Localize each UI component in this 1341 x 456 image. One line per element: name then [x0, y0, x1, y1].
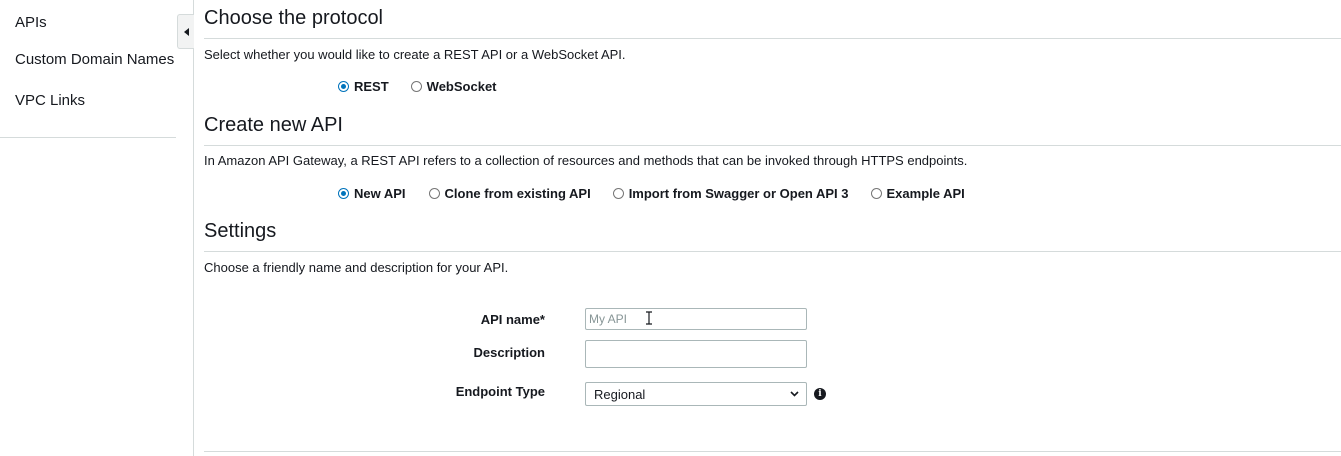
protocol-section-title: Choose the protocol [204, 7, 384, 29]
section-divider [204, 145, 1341, 146]
endpoint-type-select[interactable]: Regional [585, 382, 807, 406]
radio-websocket-label: WebSocket [426, 79, 497, 94]
radio-button[interactable] [338, 188, 349, 199]
protocol-description: Select whether you would like to create … [204, 47, 626, 62]
radio-rest-label: REST [354, 79, 389, 94]
endpoint-type-label: Endpoint Type [455, 384, 545, 399]
endpoint-type-value: Regional [594, 386, 646, 402]
radio-clone-api[interactable]: Clone from existing API [428, 186, 591, 201]
radio-button[interactable] [612, 188, 624, 199]
create-api-section-title: Create new API [204, 114, 343, 136]
api-name-input[interactable] [585, 308, 807, 330]
radio-clone-api-label: Clone from existing API [444, 186, 591, 201]
create-api-description: In Amazon API Gateway, a REST API refers… [204, 153, 968, 168]
radio-websocket[interactable]: WebSocket [410, 79, 497, 94]
settings-description: Choose a friendly name and description f… [204, 260, 509, 275]
protocol-radio-group: REST WebSocket [338, 79, 497, 94]
sidebar-item-custom-domain-names[interactable]: Custom Domain Names [15, 51, 174, 68]
settings-section-title: Settings [204, 220, 277, 242]
radio-example-api[interactable]: Example API [870, 186, 965, 201]
sidebar-collapse-button[interactable] [177, 14, 194, 49]
sidebar-item-apis[interactable]: APIs [15, 14, 47, 31]
radio-button[interactable] [428, 188, 440, 199]
radio-example-api-label: Example API [886, 186, 965, 201]
radio-import-swagger[interactable]: Import from Swagger or Open API 3 [612, 186, 849, 201]
radio-button[interactable] [870, 188, 882, 199]
sidebar-divider [0, 137, 176, 138]
radio-new-api-label: New API [354, 186, 406, 201]
radio-new-api[interactable]: New API [338, 186, 406, 201]
description-input[interactable] [585, 340, 807, 368]
radio-import-swagger-label: Import from Swagger or Open API 3 [628, 186, 849, 201]
text-cursor-icon [646, 311, 652, 325]
sidebar: APIs Custom Domain Names VPC Links [0, 0, 194, 456]
radio-button[interactable] [410, 81, 422, 92]
section-divider [204, 451, 1341, 452]
sidebar-item-vpc-links[interactable]: VPC Links [15, 92, 85, 109]
api-name-label: API name* [480, 312, 545, 327]
section-divider [204, 251, 1341, 252]
radio-rest[interactable]: REST [338, 79, 389, 94]
chevron-down-icon [790, 391, 799, 397]
section-divider [204, 38, 1341, 39]
radio-button[interactable] [338, 81, 349, 92]
info-icon[interactable]: i [814, 388, 826, 400]
create-api-radio-group: New API Clone from existing API Import f… [338, 186, 965, 201]
description-label: Description [473, 345, 545, 360]
triangle-left-icon [183, 27, 189, 36]
main-content: Choose the protocol Select whether you w… [204, 0, 1341, 456]
